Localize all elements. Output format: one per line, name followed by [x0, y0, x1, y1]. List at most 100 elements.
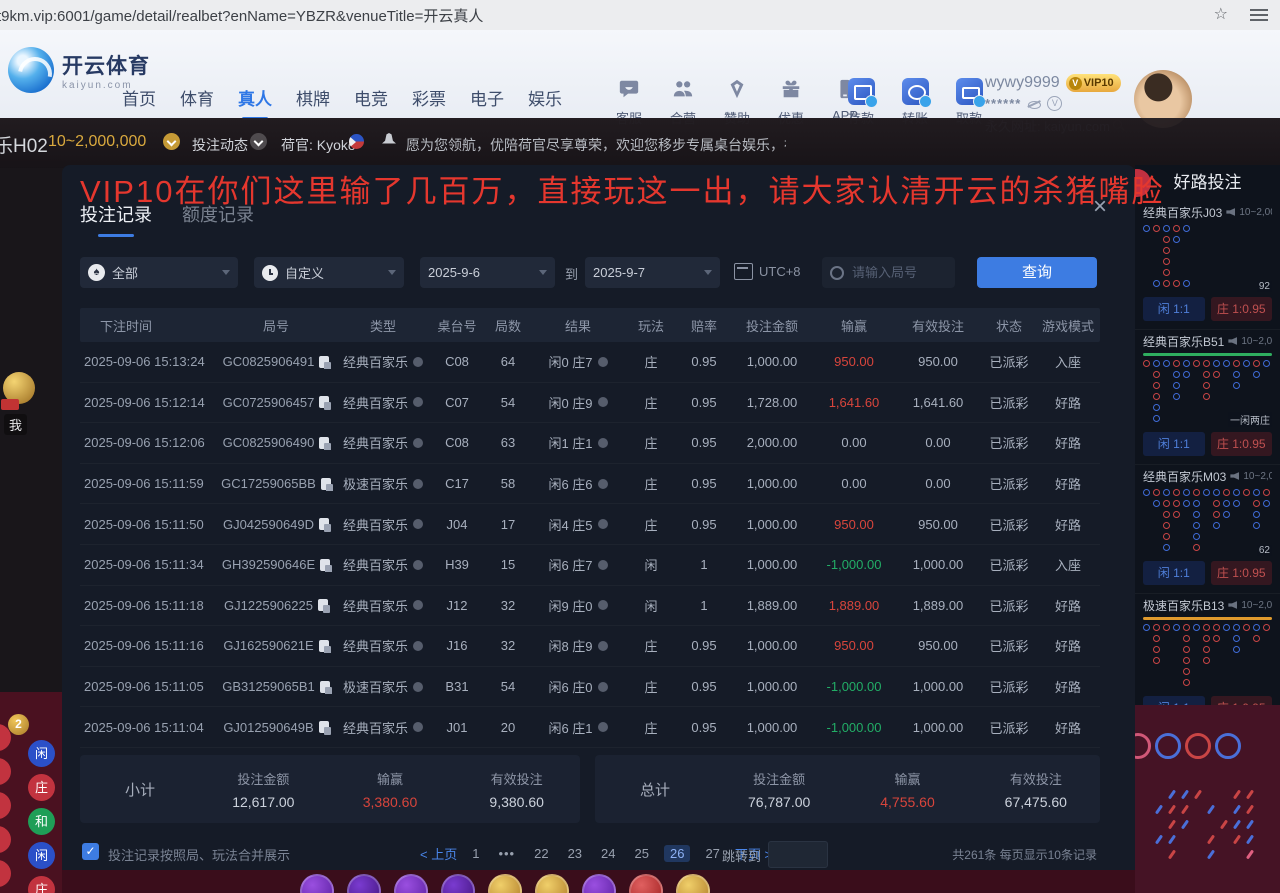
date-to-select[interactable]: 2025-9-7	[585, 257, 720, 288]
banker-bet-button[interactable]: 庄 1:0.95	[1211, 297, 1273, 321]
eye-off-icon[interactable]	[1027, 97, 1041, 111]
info-icon[interactable]	[598, 682, 608, 692]
copy-icon[interactable]	[319, 721, 329, 733]
info-icon[interactable]	[598, 641, 608, 651]
banker-bet-button[interactable]: 庄 1:0.95	[1211, 432, 1273, 456]
road-map	[1143, 624, 1272, 690]
nav-item-彩票[interactable]: 彩票	[412, 85, 446, 122]
round-id: GJ042590649D	[223, 517, 314, 532]
info-icon[interactable]	[413, 479, 423, 489]
info-icon[interactable]	[413, 397, 423, 407]
dealer-badge-icon	[3, 372, 35, 404]
info-icon[interactable]	[413, 600, 423, 610]
game-type: 经典百家乐	[343, 555, 408, 574]
game-chip-icon[interactable]	[629, 874, 663, 893]
nav-item-真人[interactable]: 真人	[238, 85, 272, 122]
game-chip-icon[interactable]	[394, 874, 428, 893]
player-bet-button[interactable]: 闲 1:1	[1143, 432, 1205, 456]
info-icon[interactable]	[598, 722, 608, 732]
sidebar-game-card[interactable]: 极速百家乐B1310~2,000,闲 1:1庄 1:0.95	[1135, 594, 1280, 705]
time-range-select[interactable]: 自定义	[254, 257, 404, 288]
browser-menu-icon[interactable]	[1250, 9, 1268, 21]
round-search-field[interactable]	[822, 257, 955, 288]
player-bet-button[interactable]: 闲 1:1	[1143, 297, 1205, 321]
info-icon[interactable]	[413, 560, 423, 570]
nav-item-电竞[interactable]: 电竞	[354, 85, 388, 122]
page-1[interactable]: 1	[468, 845, 483, 862]
copy-icon[interactable]	[319, 396, 329, 408]
address-bar[interactable]: t9km.vip:6001/game/detail/realbet?enName…	[0, 5, 483, 26]
merge-checkbox[interactable]: ✓	[82, 843, 99, 860]
info-icon[interactable]	[598, 600, 608, 610]
nav-item-体育[interactable]: 体育	[180, 85, 214, 122]
nav-item-娱乐[interactable]: 娱乐	[528, 85, 562, 122]
game-chip-icon[interactable]	[535, 874, 569, 893]
result: 闲1 庄1	[548, 433, 592, 452]
search-button[interactable]: 查询	[977, 257, 1097, 288]
info-icon[interactable]	[598, 397, 608, 407]
limit-chevron-icon[interactable]	[163, 133, 180, 150]
game-chip-icon[interactable]	[441, 874, 475, 893]
copy-icon[interactable]	[320, 681, 330, 693]
round-input[interactable]	[850, 264, 944, 281]
info-icon[interactable]	[598, 479, 608, 489]
result: 闲6 庄7	[548, 555, 592, 574]
sidebar-game-card[interactable]: 经典百家乐J0310~2,000,92闲 1:1庄 1:0.95	[1135, 201, 1280, 330]
column-header: 赔率	[678, 316, 730, 335]
info-icon[interactable]	[413, 682, 423, 692]
prev-page-button[interactable]: < 上页	[420, 844, 457, 863]
game-type-select[interactable]: ♠ 全部	[80, 257, 238, 288]
info-icon[interactable]	[598, 560, 608, 570]
username[interactable]: wywy9999	[985, 74, 1060, 92]
info-icon[interactable]	[413, 722, 423, 732]
nav-item-棋牌[interactable]: 棋牌	[296, 85, 330, 122]
info-icon[interactable]	[598, 519, 608, 529]
nav-item-首页[interactable]: 首页	[122, 85, 156, 122]
sidebar-game-card[interactable]: 经典百家乐B5110~2,000,一闲两庄闲 1:1庄 1:0.95	[1135, 330, 1280, 465]
info-icon[interactable]	[598, 357, 608, 367]
table-row: 2025-09-06 15:11:50GJ042590649D经典百家乐J041…	[80, 504, 1100, 545]
page-23[interactable]: 23	[564, 845, 586, 862]
game-chip-icon[interactable]	[582, 874, 616, 893]
copy-icon[interactable]	[319, 640, 329, 652]
page-22[interactable]: 22	[530, 845, 552, 862]
bet-trend-label[interactable]: 投注动态	[192, 135, 248, 155]
player-bet-button[interactable]: 闲 1:1	[1143, 561, 1205, 585]
copy-icon[interactable]	[318, 599, 328, 611]
subtotal-label: 小计	[80, 779, 200, 800]
copy-icon[interactable]	[319, 518, 329, 530]
game-chip-icon[interactable]	[347, 874, 381, 893]
banker-bet-button[interactable]: 庄 1:0.95	[1211, 561, 1273, 585]
info-icon[interactable]	[413, 519, 423, 529]
trend-chevron-icon[interactable]	[250, 133, 267, 150]
info-icon[interactable]	[413, 438, 423, 448]
bead-庄: 庄	[28, 876, 55, 893]
sidebar-game-card[interactable]: 经典百家乐M0310~2,000,62闲 1:1庄 1:0.95	[1135, 465, 1280, 594]
copy-icon[interactable]	[319, 437, 329, 449]
banker-bet-button[interactable]: 庄 1:0.95	[1211, 696, 1273, 705]
game-chip-icon[interactable]	[300, 874, 334, 893]
copy-icon[interactable]	[321, 478, 331, 490]
info-icon[interactable]	[598, 438, 608, 448]
page-25[interactable]: 25	[631, 845, 653, 862]
game-type: 经典百家乐	[343, 718, 408, 737]
jump-page-input[interactable]	[768, 841, 828, 868]
timezone: UTC+8	[734, 263, 801, 280]
nav-item-电子[interactable]: 电子	[470, 85, 504, 122]
column-header: 局号	[216, 316, 336, 335]
player-bet-button[interactable]: 闲 1:1	[1143, 696, 1205, 705]
bookmark-star-icon[interactable]: ☆	[1214, 4, 1228, 24]
column-header: 投注金额	[730, 316, 814, 335]
game-chip-icon[interactable]	[676, 874, 710, 893]
game-chip-icon[interactable]	[488, 874, 522, 893]
copy-icon[interactable]	[319, 356, 329, 368]
copy-icon[interactable]	[320, 559, 330, 571]
info-icon[interactable]	[413, 357, 423, 367]
info-icon[interactable]	[413, 641, 423, 651]
jump-label: 跳转到	[722, 846, 761, 865]
date-from-select[interactable]: 2025-9-6	[420, 257, 555, 288]
page-26[interactable]: 26	[664, 845, 690, 862]
page-24[interactable]: 24	[597, 845, 619, 862]
v-circle-icon[interactable]: V	[1047, 96, 1062, 111]
page-27[interactable]: 27	[701, 845, 723, 862]
